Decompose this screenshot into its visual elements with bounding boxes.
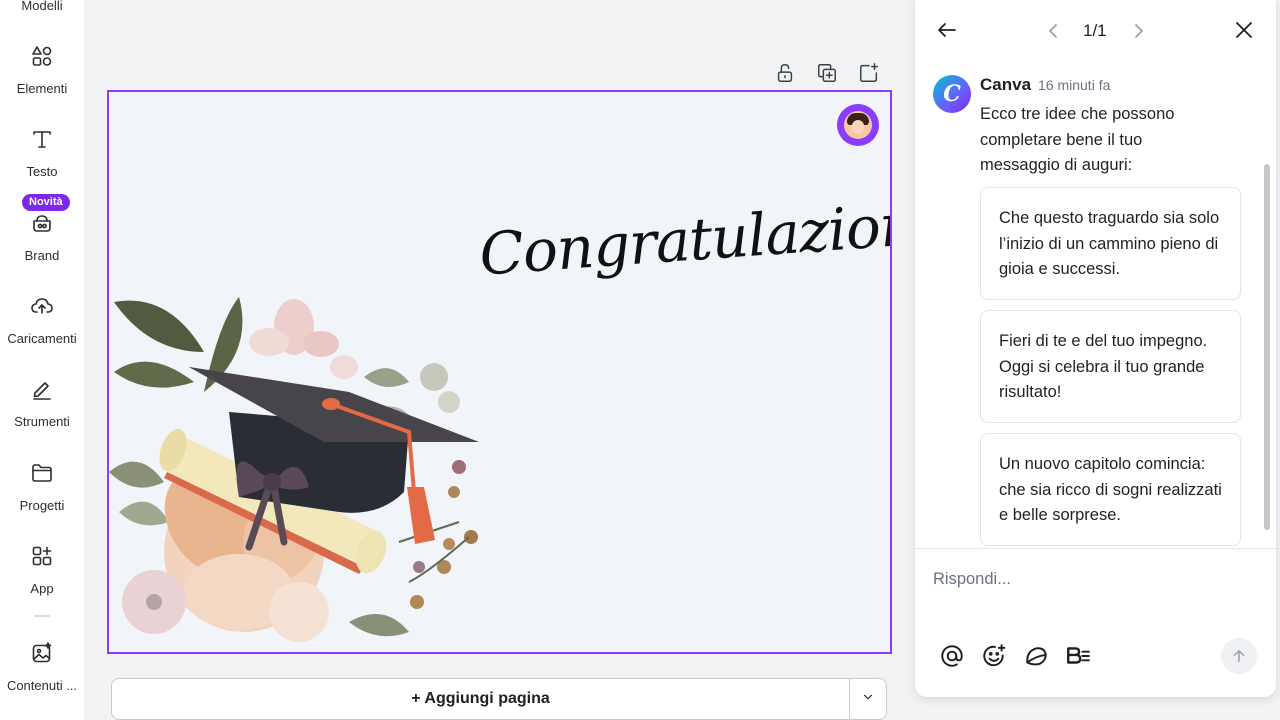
- left-sidebar: Modelli Elementi Testo Novità Brand Cari…: [0, 0, 84, 720]
- brand-voice-icon[interactable]: [1065, 643, 1091, 669]
- sidebar-item-label: Modelli: [21, 0, 63, 13]
- comment-author: Canva: [980, 75, 1032, 94]
- sidebar-item-app[interactable]: App: [0, 544, 84, 596]
- sidebar-item-contenuti[interactable]: Contenuti ...: [0, 641, 84, 693]
- sidebar-item-label: Contenuti ...: [6, 678, 78, 693]
- brand-icon: [30, 211, 54, 240]
- sidebar-item-label: Brand: [24, 248, 60, 263]
- close-icon[interactable]: [1232, 18, 1256, 42]
- suggestion-card[interactable]: Che questo traguardo sia solo l’inizio d…: [980, 187, 1241, 300]
- add-page-icon[interactable]: [858, 62, 880, 84]
- reply-input[interactable]: [915, 549, 1276, 609]
- comment-panel: 1/1 C Canva 16 minuti fa Ecco tre idee c…: [915, 0, 1276, 697]
- apps-icon: [30, 544, 54, 573]
- comment-timestamp: 16 minuti fa: [1038, 77, 1111, 93]
- mention-icon[interactable]: [939, 643, 965, 669]
- sidebar-item-brand[interactable]: Brand: [0, 211, 84, 263]
- add-page-options-button[interactable]: [849, 678, 887, 720]
- sidebar-item-modelli[interactable]: Modelli: [0, 0, 84, 13]
- sidebar-item-label: Testo: [26, 164, 58, 179]
- lock-open-icon[interactable]: [774, 62, 796, 84]
- chevron-down-icon: [861, 690, 875, 709]
- new-badge: Novità: [22, 194, 70, 211]
- draw-tools-icon: [30, 377, 54, 406]
- sidebar-item-strumenti[interactable]: Strumenti: [0, 377, 84, 429]
- page-toolbar: [774, 62, 880, 84]
- duplicate-page-icon[interactable]: [816, 62, 838, 84]
- magic-media-icon: [30, 641, 54, 670]
- design-page[interactable]: Congratulazioni!: [107, 90, 892, 654]
- back-arrow-icon[interactable]: [935, 18, 959, 42]
- sidebar-item-label: App: [30, 581, 54, 596]
- sidebar-item-label: Progetti: [19, 498, 65, 513]
- avatar-face-icon: [844, 111, 872, 139]
- chevron-left-icon[interactable]: [1041, 19, 1065, 43]
- comment-message: Ecco tre idee che possono completare ben…: [980, 105, 1175, 174]
- collaborator-avatar[interactable]: [837, 104, 879, 146]
- suggestion-card[interactable]: Un nuovo capitolo comincia: che sia ricc…: [980, 433, 1241, 546]
- suggestion-card[interactable]: Fieri di te e del tuo impegno. Oggi si c…: [980, 310, 1241, 423]
- arrow-up-icon: [1233, 650, 1245, 662]
- folder-icon: [30, 461, 54, 490]
- graduation-illustration[interactable]: [109, 282, 489, 654]
- scrollbar[interactable]: [1264, 164, 1270, 530]
- canva-logo: C: [933, 75, 971, 113]
- sidebar-item-label: Caricamenti: [7, 331, 77, 346]
- sidebar-item-elementi[interactable]: Elementi: [0, 44, 84, 96]
- elements-icon: [30, 44, 54, 73]
- sidebar-item-testo[interactable]: Testo: [0, 127, 84, 179]
- pager-indicator: 1/1: [1083, 21, 1107, 40]
- text-icon: [30, 127, 54, 156]
- add-page-label: + Aggiungi pagina: [411, 690, 550, 707]
- sidebar-divider: [34, 615, 50, 617]
- send-button[interactable]: [1221, 638, 1257, 674]
- sidebar-item-label: Elementi: [16, 81, 68, 96]
- greeting-text[interactable]: Congratulazioni!: [477, 187, 890, 288]
- chevron-right-icon[interactable]: [1127, 19, 1151, 43]
- sidebar-item-progetti[interactable]: Progetti: [0, 461, 84, 513]
- sticker-icon[interactable]: [1023, 643, 1049, 669]
- add-page-button[interactable]: + Aggiungi pagina: [111, 678, 849, 720]
- upload-cloud-icon: [30, 294, 54, 323]
- sidebar-item-label: Strumenti: [14, 414, 70, 429]
- emoji-icon[interactable]: [981, 643, 1007, 669]
- sidebar-item-caricamenti[interactable]: Caricamenti: [0, 294, 84, 346]
